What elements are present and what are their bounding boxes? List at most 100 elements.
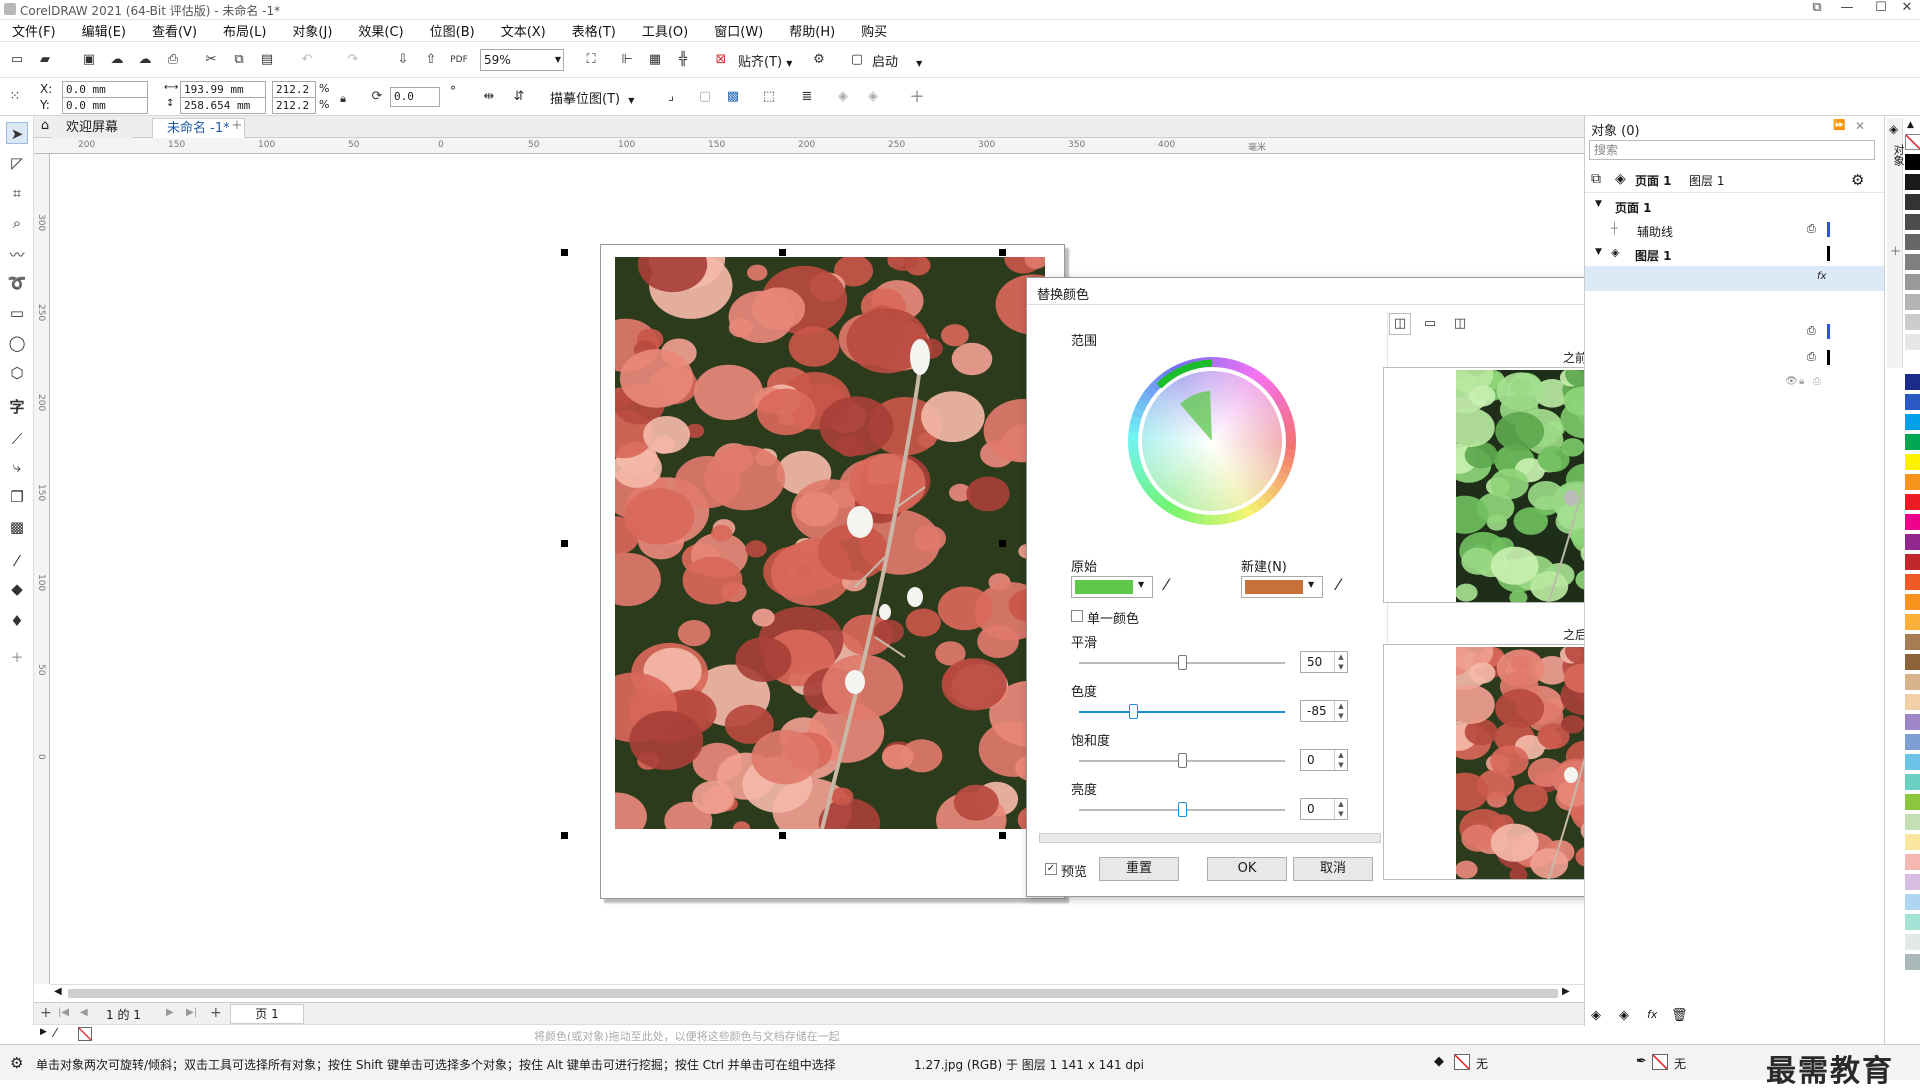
single-view-icon[interactable]: ▭ (1419, 313, 1441, 335)
palette-swatch[interactable] (1905, 834, 1920, 851)
tab-welcome[interactable]: 欢迎屏幕 (52, 118, 133, 138)
palette-swatch[interactable] (1905, 854, 1920, 871)
text-tool-icon[interactable]: 字 (6, 396, 28, 418)
new-eyedropper-icon[interactable]: ⁄ (1337, 575, 1340, 594)
undo-icon[interactable]: ↶ (296, 49, 318, 71)
original-color-picker[interactable]: ▼ (1071, 576, 1153, 598)
print-icon[interactable]: ⎙ (162, 49, 184, 71)
close-button[interactable]: ✕ (1890, 0, 1920, 20)
zoom-select[interactable]: 59% ▼ (480, 49, 564, 71)
split-horizontal-view-icon[interactable]: ◫ (1449, 313, 1471, 335)
palette-expand-icon[interactable]: ▶ (40, 1027, 47, 1037)
artistic-media-icon[interactable]: ➰ (6, 272, 28, 294)
show-guidelines-icon[interactable]: ╬ (672, 49, 694, 71)
menu-item-10[interactable]: 窗口(W) (714, 21, 763, 40)
minimize-button[interactable]: — (1830, 0, 1864, 20)
show-grid-icon[interactable]: ▦ (644, 49, 666, 71)
horizontal-scrollbar[interactable]: ◀ ▶ (50, 984, 1584, 1002)
palette-swatch[interactable] (1905, 774, 1920, 791)
scale-x-input[interactable]: 212.2 (272, 81, 316, 98)
palette-swatch[interactable] (1905, 194, 1920, 211)
menu-item-7[interactable]: 文本(X) (501, 21, 546, 40)
palette-swatch[interactable] (1905, 874, 1920, 891)
fill-icon[interactable]: ◆ (1434, 1054, 1444, 1069)
palette-swatch[interactable] (1905, 794, 1920, 811)
next-page-icon[interactable]: ▶ (166, 1007, 174, 1018)
export-icon[interactable]: ⇧ (420, 49, 442, 71)
y-position-input[interactable]: 0.0 mm (62, 97, 148, 114)
objects-tab-icon[interactable]: ◈ (1889, 122, 1898, 136)
crop-tool-icon[interactable]: ⌗ (6, 182, 28, 204)
copy-icon[interactable]: ⧉ (228, 49, 250, 71)
add-icon[interactable]: + (906, 86, 928, 108)
handle-br[interactable] (999, 832, 1006, 839)
smart-fill-icon[interactable]: ♦ (6, 610, 28, 632)
palette-swatch[interactable] (1905, 214, 1920, 231)
handle-bc[interactable] (779, 832, 786, 839)
options-gear-icon[interactable]: ⚙ (808, 49, 830, 71)
new-master-layer-icon[interactable]: ◈ (1619, 1008, 1629, 1023)
bitmap-border-icon[interactable]: ⬚ (758, 86, 780, 108)
page-switch-icon[interactable]: ⧉ (1591, 171, 1601, 187)
dimension-tool-icon[interactable]: ⟋ (6, 428, 28, 450)
split-vertical-view-icon[interactable]: ◫ (1389, 313, 1411, 335)
palette-swatch[interactable] (1905, 954, 1920, 971)
palette-none-swatch[interactable] (1905, 134, 1920, 150)
full-screen-icon[interactable]: ⛶ (580, 49, 602, 71)
crop-bitmap-icon[interactable]: ⌟ (660, 86, 682, 108)
rectangle-tool-icon[interactable]: ▭ (6, 302, 28, 324)
lock-ratio-icon[interactable]: 🔒︎ (332, 88, 354, 110)
add-page-icon[interactable]: + (40, 1005, 52, 1021)
cancel-button[interactable]: 取消 (1293, 857, 1373, 881)
first-page-icon[interactable]: |◀ (58, 1007, 69, 1018)
collapse-icon[interactable]: ▼ (1595, 199, 1602, 209)
resample-icon[interactable]: ▩ (722, 86, 744, 108)
launch-icon[interactable]: ▢ (846, 49, 868, 71)
interactive-fill-icon[interactable]: ◆ (6, 578, 28, 600)
rotate-icon[interactable]: ⟳ (366, 86, 388, 108)
restore-small-icon[interactable]: ⧉ (1800, 0, 1834, 20)
palette-swatch[interactable] (1905, 354, 1920, 371)
smooth-slider-thumb[interactable] (1178, 655, 1187, 670)
palette-swatch[interactable] (1905, 754, 1920, 771)
original-eyedropper-icon[interactable]: ⁄ (1165, 575, 1168, 594)
scale-y-input[interactable]: 212.2 (272, 97, 316, 114)
print-toggle-icon[interactable]: ⎙ (1807, 324, 1816, 338)
saturation-slider-thumb[interactable] (1178, 753, 1187, 768)
palette-swatch[interactable] (1905, 454, 1920, 471)
palette-swatch[interactable] (1905, 594, 1920, 611)
zoom-tool-icon[interactable]: ⌕ (6, 212, 28, 234)
scroll-thumb[interactable] (68, 989, 1558, 998)
import-icon[interactable]: ⇩ (392, 49, 414, 71)
palette-swatch[interactable] (1905, 934, 1920, 951)
print-toggle-icon[interactable]: ⎙ (1807, 350, 1816, 364)
palette-swatch[interactable] (1905, 414, 1920, 431)
cut-icon[interactable]: ✂ (200, 49, 222, 71)
menu-item-2[interactable]: 查看(V) (152, 21, 197, 40)
outline-pen-icon[interactable]: ✒ (1636, 1054, 1647, 1069)
new-tab-icon[interactable]: + (228, 118, 246, 136)
menu-item-3[interactable]: 布局(L) (223, 21, 266, 40)
palette-swatch[interactable] (1905, 334, 1920, 351)
save-icon[interactable]: ▣ (78, 49, 100, 71)
palette-swatch[interactable] (1905, 574, 1920, 591)
tree-row-layer[interactable]: ▼ ◈ 图层 1 (1585, 242, 1885, 267)
trace-bitmap-dropdown[interactable]: 描摹位图(T) ▼ (550, 88, 634, 107)
to-front-icon[interactable]: ◈ (832, 86, 854, 108)
palette-eyedropper-icon[interactable]: ⁄ (54, 1026, 56, 1040)
rotation-input[interactable]: 0.0 (390, 87, 440, 107)
hue-spinner[interactable]: -85 ▲ ▼ (1300, 700, 1348, 722)
palette-swatch[interactable] (1905, 494, 1920, 511)
tree-row-bitmap[interactable]: fx (1585, 266, 1885, 291)
palette-swatch[interactable] (1905, 294, 1920, 311)
handle-tl[interactable] (561, 249, 568, 256)
menu-item-8[interactable]: 表格(T) (572, 21, 616, 40)
tree-row-master[interactable] (1585, 294, 1885, 319)
connector-tool-icon[interactable]: ⤷ (6, 456, 28, 478)
handle-ml[interactable] (561, 540, 568, 547)
menu-item-6[interactable]: 位图(B) (430, 21, 475, 40)
hue-slider-thumb[interactable] (1128, 704, 1138, 719)
settings-gear-icon[interactable]: ⚙ (10, 1054, 23, 1072)
object-origin-icon[interactable]: ⁙ (4, 86, 26, 108)
new-color-picker[interactable]: ▼ (1241, 576, 1323, 598)
